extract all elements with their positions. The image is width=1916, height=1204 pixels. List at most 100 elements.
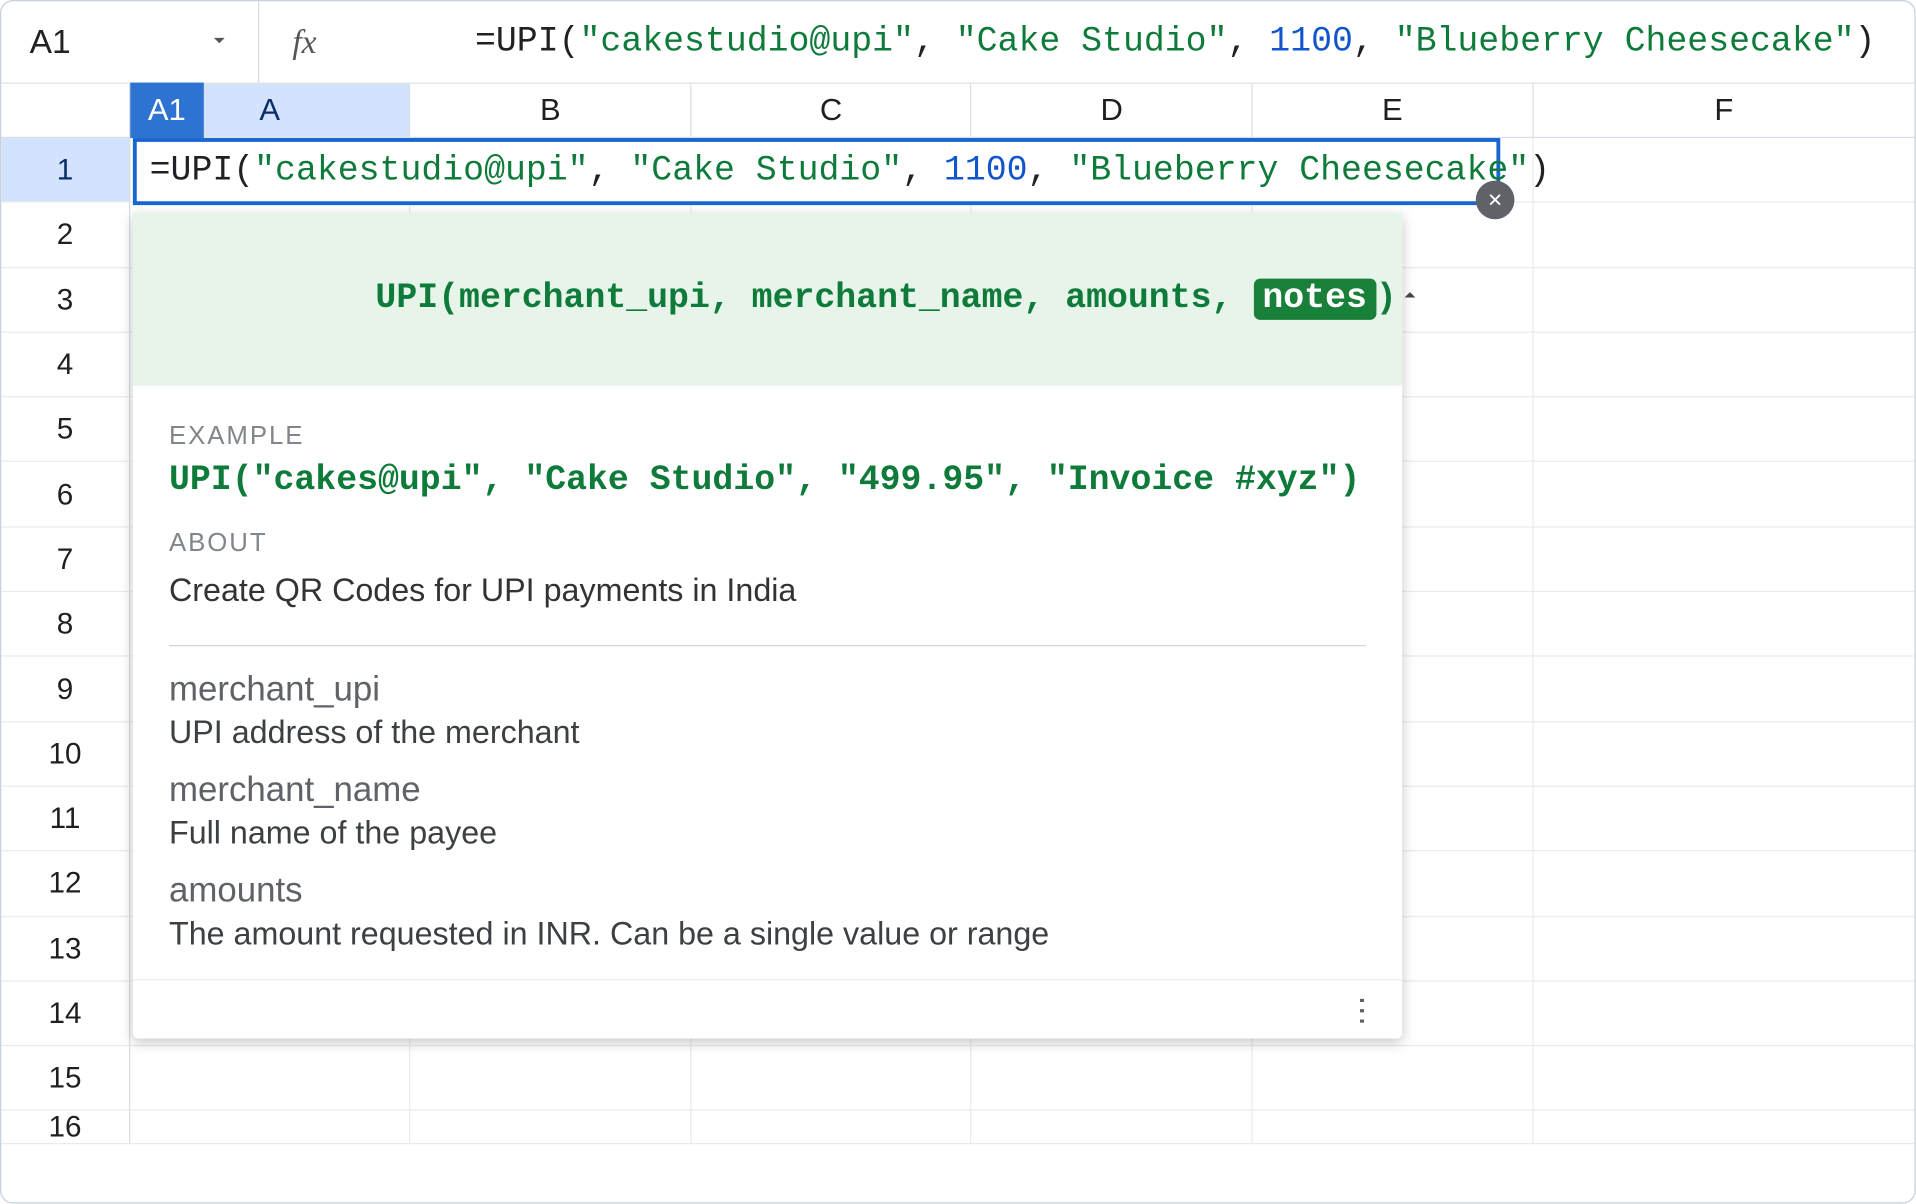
row-header-6[interactable]: 6 [1,462,130,527]
cell-formula-arg1: "cakestudio@upi" [254,152,588,191]
sig-close: ) [1376,280,1397,319]
example-formula: UPI("cakes@upi", "Cake Studio", "499.95"… [169,462,1366,501]
cell[interactable] [691,1111,972,1145]
column-label: C [820,92,842,128]
column-header-c[interactable]: C [691,84,972,137]
formula-close: ) [1855,23,1876,62]
formula-arg4: "Blueberry Cheesecake" [1395,23,1855,62]
param-desc: The amount requested in INR. Can be a si… [169,916,1366,953]
helper-signature: UPI(merchant_upi, merchant_name, amounts… [133,213,1402,386]
sig-param-2: merchant_name [752,280,1024,319]
sig-open: ( [438,280,459,319]
active-cell-tag: A1 [130,83,204,138]
formula-sep1: , [914,23,956,62]
column-label: B [540,92,561,128]
row-header-8[interactable]: 8 [1,592,130,657]
about-label: ABOUT [169,529,1366,559]
helper-body: EXAMPLE UPI("cakes@upi", "Cake Studio", … [133,386,1402,979]
row-header-7[interactable]: 7 [1,527,130,592]
fx-label: fx [259,23,349,62]
row-header-5[interactable]: 5 [1,398,130,463]
cell[interactable] [1533,138,1914,203]
row-header-4[interactable]: 4 [1,333,130,398]
param-desc: Full name of the payee [169,815,1366,852]
cell[interactable] [1533,203,1914,268]
cell-formula-sep3: , [1028,152,1070,191]
cell[interactable] [1533,462,1914,527]
close-icon[interactable]: ✕ [1476,181,1515,220]
cell[interactable] [1533,1046,1914,1111]
cell[interactable] [1533,657,1914,722]
cell[interactable] [1533,917,1914,982]
param-name: merchant_upi [169,670,1366,710]
param-name: amounts [169,871,1366,911]
cell[interactable] [1533,787,1914,852]
row-header-9[interactable]: 9 [1,657,130,722]
cell-formula-fn: UPI [171,152,234,191]
row-header-15[interactable]: 15 [1,1046,130,1111]
row-header-16[interactable]: 16 [1,1111,130,1145]
cell[interactable] [1533,1111,1914,1145]
sig-sep: , [710,280,752,319]
param-name: merchant_name [169,770,1366,810]
sig-fn: UPI [375,280,438,319]
cell[interactable] [1533,852,1914,917]
formula-open: ( [559,23,580,62]
formula-helper-tooltip: UPI( merchant_upi, merchant_name, amounts… [133,213,1402,1039]
row-header-12[interactable]: 12 [1,852,130,917]
cell[interactable] [1533,527,1914,592]
divider [169,645,1366,646]
cell-formula-sep1: , [589,152,631,191]
active-cell-editor[interactable]: =UPI("cakestudio@upi", "Cake Studio", 11… [133,138,1500,205]
formula-arg3: 1100 [1269,23,1353,62]
row-header-14[interactable]: 14 [1,982,130,1047]
column-header-b[interactable]: B [411,84,692,137]
column-header-a[interactable]: A1 A [130,84,411,137]
row-header-10[interactable]: 10 [1,722,130,787]
row-header-2[interactable]: 2 [1,203,130,268]
column-header-d[interactable]: D [972,84,1253,137]
helper-footer: ⋯ [133,979,1402,1038]
cell[interactable] [1533,333,1914,398]
chevron-down-icon [206,22,232,62]
more-options-icon[interactable]: ⋯ [1344,995,1381,1023]
cell[interactable] [130,1111,411,1145]
column-header-e[interactable]: E [1253,84,1534,137]
column-headers: A1 A B C D E F [1,84,1914,138]
formula-arg1: "cakestudio@upi" [580,23,914,62]
row-header-11[interactable]: 11 [1,787,130,852]
cell[interactable] [1533,722,1914,787]
row-header-13[interactable]: 13 [1,917,130,982]
column-label: E [1382,92,1403,128]
row-header-1[interactable]: 1 [1,138,130,203]
cell-formula-arg2: "Cake Studio" [630,152,902,191]
name-box[interactable]: A1 [1,1,259,82]
cell[interactable] [1533,268,1914,333]
cell[interactable] [411,1046,692,1111]
cell[interactable] [411,1111,692,1145]
cell[interactable] [1533,982,1914,1047]
cell[interactable] [1253,1046,1534,1111]
cell-formula-close: ) [1529,152,1550,191]
sig-param-3: amounts [1065,280,1211,319]
cell[interactable] [1533,592,1914,657]
select-all-corner[interactable] [1,84,130,137]
row-header-3[interactable]: 3 [1,268,130,333]
cell[interactable] [1533,398,1914,463]
about-text: Create QR Codes for UPI payments in Indi… [169,569,1366,614]
cell-formula-sep2: , [902,152,944,191]
cell[interactable] [691,1046,972,1111]
cell[interactable] [972,1046,1253,1111]
sig-sep: , [1212,280,1254,319]
formula-sep3: , [1353,23,1395,62]
cell[interactable] [1253,1111,1534,1145]
formula-equals: = [475,23,496,62]
cell-grid: 1 2 3 4 5 6 7 8 9 10 11 12 13 14 15 16 =… [1,138,1914,1145]
column-header-f[interactable]: F [1533,84,1914,137]
cell[interactable] [972,1111,1253,1145]
formula-arg2: "Cake Studio" [956,23,1228,62]
cell[interactable] [130,1046,411,1111]
chevron-up-icon[interactable] [1397,283,1423,317]
formula-fn: UPI [496,23,559,62]
column-label: D [1100,92,1122,128]
